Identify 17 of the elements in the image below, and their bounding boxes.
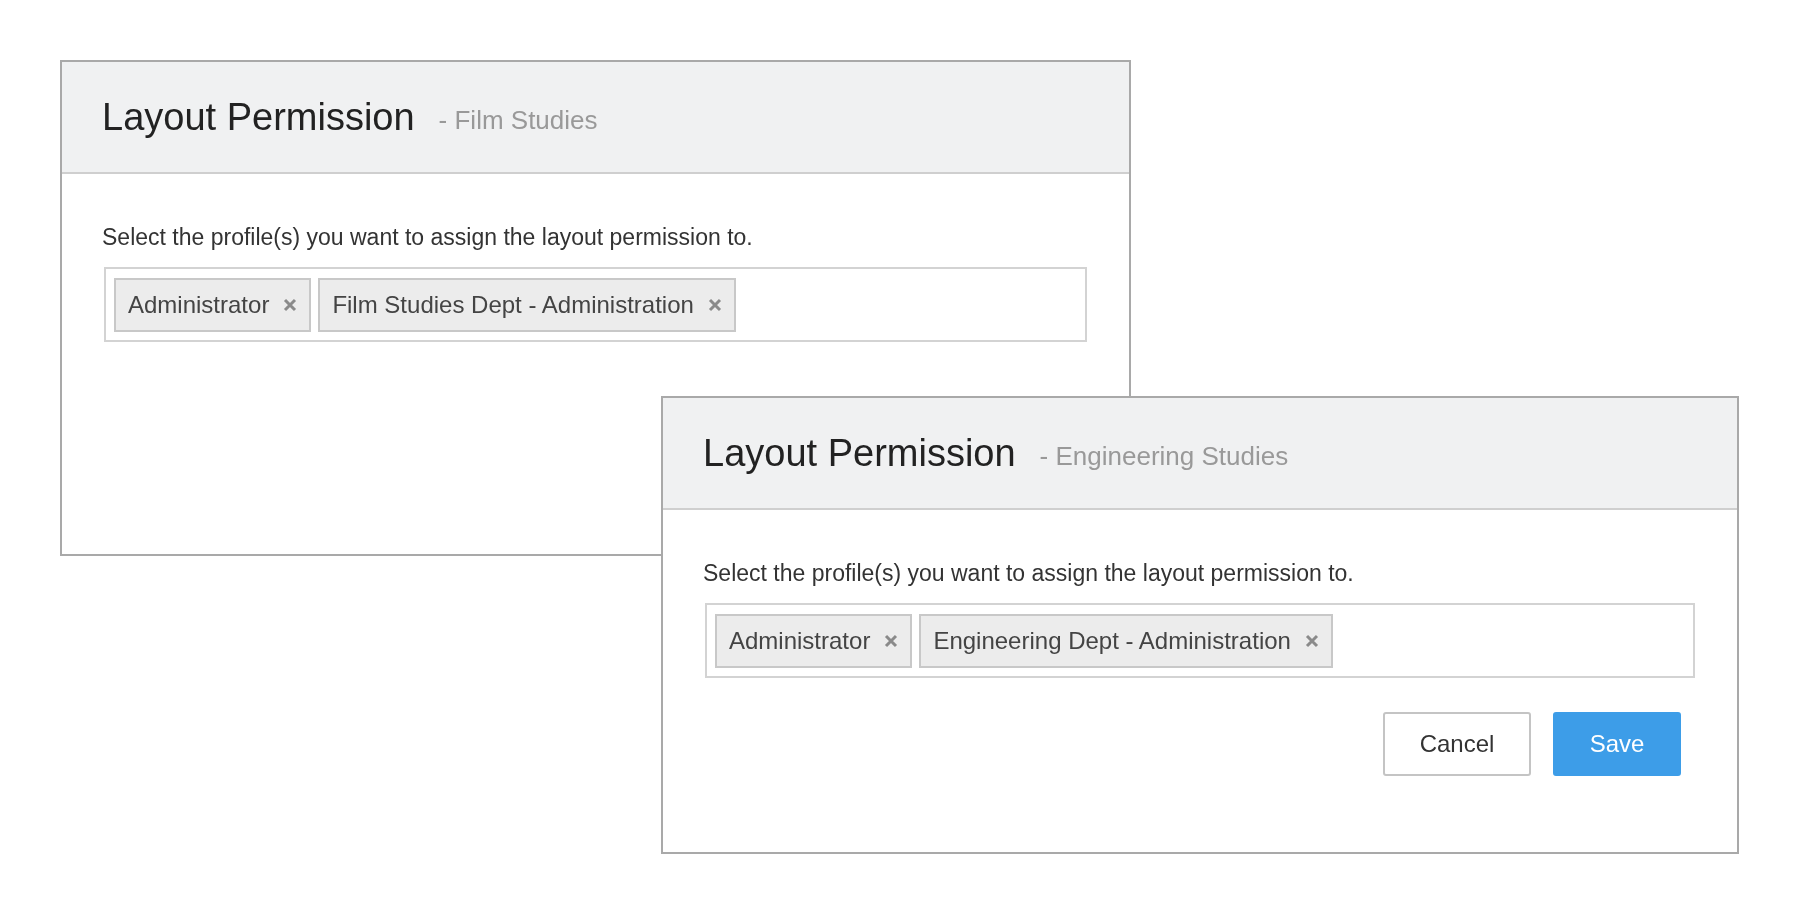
profile-input-field[interactable]: Administrator Engineering Dept - Administration [705, 603, 1695, 678]
tag-label: Engineering Dept - Administration [933, 626, 1291, 655]
profile-input-field[interactable]: Administrator Film Studies Dept - Administration [104, 267, 1087, 342]
instruction-text: Select the profile(s) you want to assign the layout permission to. [703, 560, 1355, 587]
dialog-title: Layout Permission [102, 95, 415, 139]
tag-label: Film Studies Dept - Administration [332, 290, 694, 319]
dialog-title: Layout Permission [703, 431, 1016, 475]
remove-icon[interactable] [1304, 633, 1319, 648]
cancel-button[interactable]: Cancel [1383, 712, 1531, 776]
remove-icon[interactable] [707, 297, 722, 312]
instruction-text: Select the profile(s) you want to assign the layout permission to. [102, 224, 754, 251]
remove-icon[interactable] [283, 297, 298, 312]
tag-label: Administrator [128, 290, 270, 319]
dialog-subtitle: - Film Studies [438, 103, 598, 136]
tag-label: Administrator [729, 626, 871, 655]
remove-icon[interactable] [884, 633, 899, 648]
dialog-subtitle: - Engineering Studies [1039, 439, 1289, 472]
